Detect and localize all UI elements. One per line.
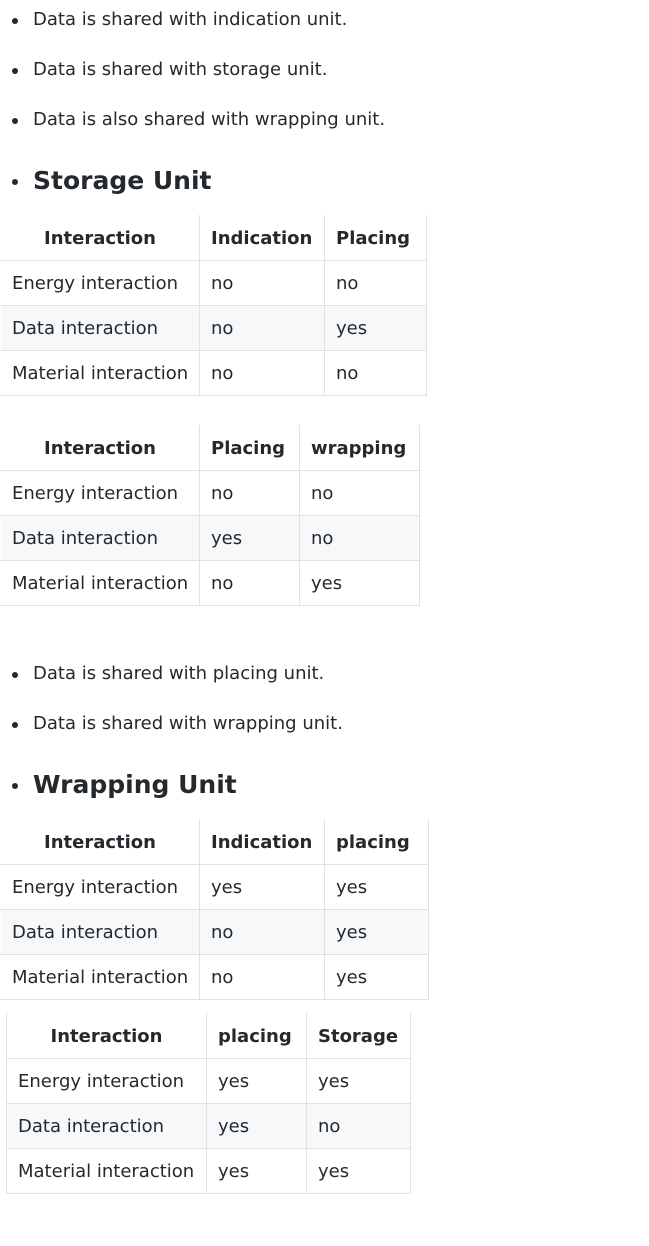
table-cell: yes — [199, 864, 325, 910]
table-row: Data interaction no yes — [0, 909, 429, 955]
column-header: placing — [206, 1013, 307, 1059]
table-cell: yes — [306, 1148, 411, 1194]
storage-indication-placing-table: Interaction Indication Placing Energy in… — [0, 215, 427, 396]
table-header-row: Interaction Placing wrapping — [0, 425, 420, 471]
table-cell: no — [299, 470, 420, 516]
table-cell: yes — [306, 1058, 411, 1104]
table-cell: Material interaction — [0, 350, 200, 396]
table-cell: Data interaction — [0, 305, 200, 351]
table-cell: Data interaction — [0, 515, 200, 561]
table-header-row: Interaction Indication placing — [0, 819, 429, 865]
table-cell: yes — [324, 305, 427, 351]
column-header: Storage — [306, 1013, 411, 1059]
table-cell: no — [199, 350, 325, 396]
table-cell: Energy interaction — [0, 470, 200, 516]
table-cell: no — [324, 260, 427, 306]
table-header-row: Interaction Indication Placing — [0, 215, 427, 261]
table-row: Material interaction yes yes — [6, 1148, 411, 1194]
table-row: Data interaction yes no — [0, 515, 420, 561]
wrapping-unit-heading: Wrapping Unit — [0, 770, 300, 802]
storage-unit-heading: Storage Unit — [0, 166, 300, 198]
table-cell: yes — [299, 560, 420, 606]
column-header: Interaction — [0, 819, 200, 865]
table-cell: no — [199, 954, 325, 1000]
column-header: wrapping — [299, 425, 420, 471]
table-cell: yes — [324, 954, 429, 1000]
table-cell: Energy interaction — [6, 1058, 207, 1104]
table-cell: no — [299, 515, 420, 561]
storage-placing-wrapping-table: Interaction Placing wrapping Energy inte… — [0, 425, 420, 606]
table-cell: Material interaction — [0, 954, 200, 1000]
table-row: Material interaction no yes — [0, 954, 429, 1000]
column-header: Interaction — [0, 425, 200, 471]
table-cell: Data interaction — [6, 1103, 207, 1149]
column-header: Interaction — [0, 215, 200, 261]
table-cell: no — [199, 260, 325, 306]
wrapping-placing-storage-table: Interaction placing Storage Energy inter… — [6, 1013, 411, 1194]
table-cell: yes — [206, 1058, 307, 1104]
wrapping-indication-placing-table: Interaction Indication placing Energy in… — [0, 819, 429, 1000]
table-cell: no — [199, 909, 325, 955]
table-cell: Energy interaction — [0, 260, 200, 306]
table-cell: Data interaction — [0, 909, 200, 955]
table-cell: yes — [199, 515, 300, 561]
table-row: Data interaction yes no — [6, 1103, 411, 1149]
table-cell: yes — [206, 1103, 307, 1149]
table-cell: Material interaction — [6, 1148, 207, 1194]
table-cell: Energy interaction — [0, 864, 200, 910]
table-cell: no — [199, 470, 300, 516]
table-cell: yes — [324, 909, 429, 955]
column-header: Interaction — [6, 1013, 207, 1059]
table-row: Material interaction no no — [0, 350, 427, 396]
column-header: placing — [324, 819, 429, 865]
table-cell: no — [306, 1103, 411, 1149]
table-row: Energy interaction yes yes — [0, 864, 429, 910]
table-cell: yes — [324, 864, 429, 910]
table-row: Energy interaction yes yes — [6, 1058, 411, 1104]
column-header: Placing — [199, 425, 300, 471]
table-cell: no — [324, 350, 427, 396]
table-cell: no — [199, 305, 325, 351]
table-cell: no — [199, 560, 300, 606]
table-cell: yes — [206, 1148, 307, 1194]
column-header: Placing — [324, 215, 427, 261]
table-header-row: Interaction placing Storage — [6, 1013, 411, 1059]
table-cell: Material interaction — [0, 560, 200, 606]
table-row: Data interaction no yes — [0, 305, 427, 351]
column-header: Indication — [199, 215, 325, 261]
column-header: Indication — [199, 819, 325, 865]
table-row: Energy interaction no no — [0, 470, 420, 516]
table-row: Material interaction no yes — [0, 560, 420, 606]
table-row: Energy interaction no no — [0, 260, 427, 306]
